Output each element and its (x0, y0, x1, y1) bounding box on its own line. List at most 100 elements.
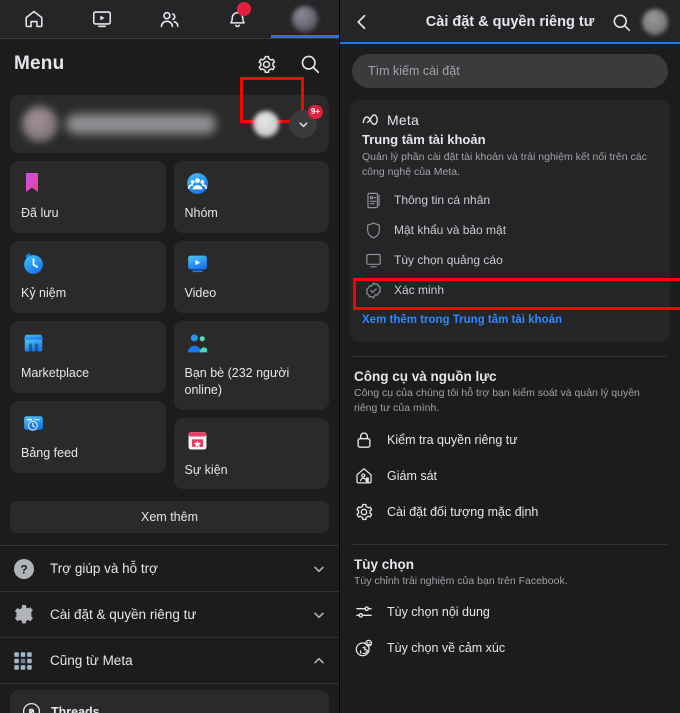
tile-label: Sự kiện (185, 462, 319, 479)
nav-home[interactable] (0, 0, 68, 38)
tiles-column-right: Nhóm Video (174, 161, 330, 489)
account-item-ad-preferences[interactable]: Tùy chọn quảng cáo (362, 245, 658, 275)
avatar[interactable] (642, 9, 668, 35)
active-tab-indicator (271, 35, 339, 38)
video-tile-icon (185, 251, 319, 277)
reactions-icon (354, 638, 374, 658)
tools-item-supervision[interactable]: Giám sát (354, 458, 666, 494)
marketplace-icon (21, 331, 155, 357)
list-item-also-from-meta[interactable]: Cũng từ Meta (0, 638, 339, 684)
help-circle-icon: ? (12, 557, 42, 581)
notification-badge (237, 2, 251, 16)
submenu-item-label: Threads (51, 705, 100, 713)
groups-icon (185, 171, 319, 197)
left-menu-panel: Menu (0, 0, 340, 713)
account-item-personal-info[interactable]: Thông tin cá nhân (362, 185, 658, 215)
see-more-button[interactable]: Xem thêm (10, 501, 329, 533)
friends-tile-icon (185, 331, 319, 357)
tile-label: Kỷ niệm (21, 285, 155, 302)
submenu-also-from-meta: Threads (10, 690, 329, 713)
preferences-item-label: Tùy chọn nội dung (387, 605, 490, 619)
home-icon (23, 8, 45, 30)
menu-header-actions (251, 49, 325, 79)
gear-icon (256, 54, 277, 75)
account-item-label: Thông tin cá nhân (394, 193, 490, 207)
bookmark-icon (21, 171, 155, 197)
preferences-section: Tùy chọn Tùy chỉnh trải nghiệm của bạn t… (340, 545, 680, 667)
account-item-password-security[interactable]: Mật khẩu và bảo mật (362, 215, 658, 245)
tools-item-privacy-checkup[interactable]: Kiểm tra quyền riêng tư (354, 422, 666, 458)
section-description: Công cụ của chúng tôi hỗ trợ bạn kiểm so… (354, 386, 666, 415)
list-item-label: Cài đặt & quyền riêng tư (50, 607, 196, 622)
left-panel-body: 9+ Đã lưu (0, 95, 339, 533)
avatar (22, 106, 58, 142)
meta-infinity-icon (362, 113, 382, 127)
settings-search-button[interactable] (611, 12, 632, 33)
profile-avatar-icon (292, 6, 318, 32)
profile-name (66, 114, 216, 134)
tile-feeds[interactable]: Bảng feed (10, 401, 166, 473)
chevron-up-icon (311, 653, 327, 669)
preferences-item-reactions[interactable]: Tùy chọn về cảm xúc (354, 630, 666, 666)
secondary-avatar[interactable] (253, 111, 279, 137)
search-input[interactable]: Tìm kiếm cài đặt (352, 54, 668, 88)
chevron-down-icon (311, 561, 327, 577)
tile-groups[interactable]: Nhóm (174, 161, 330, 233)
list-item-label: Trợ giúp và hỗ trợ (50, 561, 158, 576)
settings-topbar: Cài đặt & quyền riêng tư (340, 0, 680, 44)
tile-label: Video (185, 285, 319, 302)
tile-video[interactable]: Video (174, 241, 330, 313)
tile-label: Đã lưu (21, 205, 155, 222)
list-item-settings-privacy[interactable]: Cài đặt & quyền riêng tư (0, 592, 339, 638)
account-center-title: Trung tâm tài khoản (362, 132, 658, 147)
tiles-column-left: Đã lưu Kỷ niệm (10, 161, 166, 489)
supervision-icon (354, 466, 374, 486)
shortcut-tiles: Đã lưu Kỷ niệm (10, 161, 329, 489)
nav-friends[interactable] (136, 0, 204, 38)
tile-events[interactable]: Sự kiện (174, 418, 330, 490)
preferences-item-content[interactable]: Tùy chọn nội dung (354, 594, 666, 630)
account-badge: 9+ (308, 105, 323, 119)
tools-item-default-audience[interactable]: Cài đặt đối tượng mặc định (354, 494, 666, 530)
meta-brand-label: Meta (387, 112, 419, 128)
personal-info-icon (364, 191, 383, 210)
submenu-item-threads[interactable]: Threads (22, 702, 317, 713)
events-calendar-icon (185, 428, 319, 454)
profile-card[interactable]: 9+ (10, 95, 329, 153)
back-button[interactable] (352, 12, 372, 32)
tools-resources-section: Công cụ và nguồn lực Công cụ của chúng t… (340, 357, 680, 529)
tile-saved[interactable]: Đã lưu (10, 161, 166, 233)
chevron-down-icon (297, 118, 310, 131)
tools-item-label: Cài đặt đối tượng mặc định (387, 505, 538, 519)
video-icon (91, 8, 113, 30)
tile-marketplace[interactable]: Marketplace (10, 321, 166, 393)
tile-label: Bạn bè (232 người online) (185, 365, 319, 399)
nav-video[interactable] (68, 0, 136, 38)
page-title: Menu (14, 53, 64, 75)
app-screen: Menu (0, 0, 680, 713)
tools-item-label: Giám sát (387, 469, 437, 483)
nav-profile[interactable] (271, 0, 339, 38)
list-item-help[interactable]: ? Trợ giúp và hỗ trợ (0, 546, 339, 592)
list-item-label: Cũng từ Meta (50, 653, 133, 668)
ad-preferences-icon (364, 251, 383, 270)
tile-friends[interactable]: Bạn bè (232 người online) (174, 321, 330, 410)
topbar-underline (340, 42, 680, 44)
account-center-link[interactable]: Xem thêm trong Trung tâm tài khoản (362, 314, 562, 326)
tile-memories[interactable]: Kỷ niệm (10, 241, 166, 313)
threads-icon (22, 702, 41, 713)
section-title: Công cụ và nguồn lực (354, 369, 666, 384)
account-item-label: Xác minh (394, 283, 444, 297)
menu-search-button[interactable] (295, 49, 325, 79)
tile-label: Bảng feed (21, 445, 155, 462)
grid-apps-icon (12, 650, 42, 672)
account-item-verification[interactable]: Xác minh (362, 275, 658, 305)
settings-gear-button[interactable] (251, 49, 281, 79)
section-description: Tùy chỉnh trải nghiệm của bạn trên Faceb… (354, 574, 666, 589)
account-switch-button[interactable]: 9+ (289, 110, 317, 138)
preferences-item-label: Tùy chọn về cảm xúc (387, 641, 505, 655)
tile-label: Marketplace (21, 365, 155, 382)
search-icon (299, 53, 321, 75)
nav-notifications[interactable] (203, 0, 271, 38)
svg-text:?: ? (20, 562, 27, 576)
